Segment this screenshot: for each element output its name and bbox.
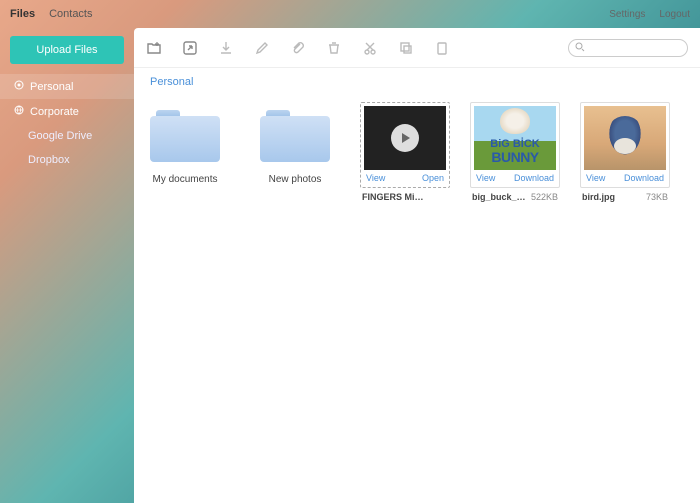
view-link[interactable]: View (476, 173, 495, 183)
tab-contacts[interactable]: Contacts (49, 8, 92, 20)
trash-icon[interactable] (326, 40, 342, 56)
open-link[interactable]: Open (422, 173, 444, 183)
settings-link[interactable]: Settings (609, 9, 645, 20)
breadcrumb[interactable]: Personal (134, 68, 700, 92)
download-link[interactable]: Download (624, 173, 664, 183)
file-item[interactable]: View Open FINGERS Mitchell C... (360, 102, 450, 202)
top-bar: Files Contacts Settings Logout (0, 0, 700, 28)
view-link[interactable]: View (586, 173, 605, 183)
sidebar-item-personal[interactable]: Personal (0, 74, 134, 99)
video-thumbnail (364, 106, 446, 170)
top-tabs: Files Contacts (10, 8, 93, 20)
sidebar: Upload Files Personal Corporate Google D… (0, 28, 134, 503)
search-icon (575, 39, 585, 57)
folder-item[interactable]: My documents (140, 102, 230, 185)
file-size: 522KB (531, 192, 558, 202)
file-name: bird.jpg (582, 192, 615, 202)
copy-icon[interactable] (398, 40, 414, 56)
folder-label: My documents (140, 174, 230, 185)
content-panel: Personal My documents New photos View Op… (134, 28, 700, 503)
file-size: 73KB (646, 192, 668, 202)
image-thumbnail (584, 106, 666, 170)
file-name: FINGERS Mitchell C... (362, 192, 424, 202)
share-icon[interactable] (182, 40, 198, 56)
attach-icon[interactable] (290, 40, 306, 56)
toolbar (134, 28, 700, 68)
play-icon[interactable] (391, 124, 419, 152)
folder-icon (150, 110, 220, 162)
sidebar-item-label: Corporate (30, 106, 79, 118)
sidebar-item-corporate[interactable]: Corporate (0, 99, 134, 124)
upload-files-button[interactable]: Upload Files (10, 36, 124, 64)
folder-icon (260, 110, 330, 162)
top-right: Settings Logout (609, 9, 690, 20)
search-input[interactable] (589, 42, 681, 53)
cut-icon[interactable] (362, 40, 378, 56)
circle-dot-icon (14, 80, 24, 93)
item-grid: My documents New photos View Open F (134, 92, 700, 212)
view-link[interactable]: View (366, 173, 385, 183)
folder-item[interactable]: New photos (250, 102, 340, 185)
search-box[interactable] (568, 39, 688, 57)
folder-label: New photos (250, 174, 340, 185)
file-item[interactable]: BiG BİCK BUNNY View Download big_buck_bu… (470, 102, 560, 202)
tab-files[interactable]: Files (10, 8, 35, 20)
delete-icon[interactable] (434, 40, 450, 56)
logout-link[interactable]: Logout (659, 9, 690, 20)
sidebar-item-google-drive[interactable]: Google Drive (0, 124, 134, 148)
file-name: big_buck_bu... (472, 192, 531, 202)
edit-icon[interactable] (254, 40, 270, 56)
sidebar-item-label: Personal (30, 81, 73, 93)
download-icon[interactable] (218, 40, 234, 56)
download-link[interactable]: Download (514, 173, 554, 183)
file-item[interactable]: View Download bird.jpg 73KB (580, 102, 670, 202)
new-folder-icon[interactable] (146, 40, 162, 56)
image-thumbnail: BiG BİCK BUNNY (474, 106, 556, 170)
globe-icon (14, 105, 24, 118)
sidebar-item-dropbox[interactable]: Dropbox (0, 148, 134, 172)
